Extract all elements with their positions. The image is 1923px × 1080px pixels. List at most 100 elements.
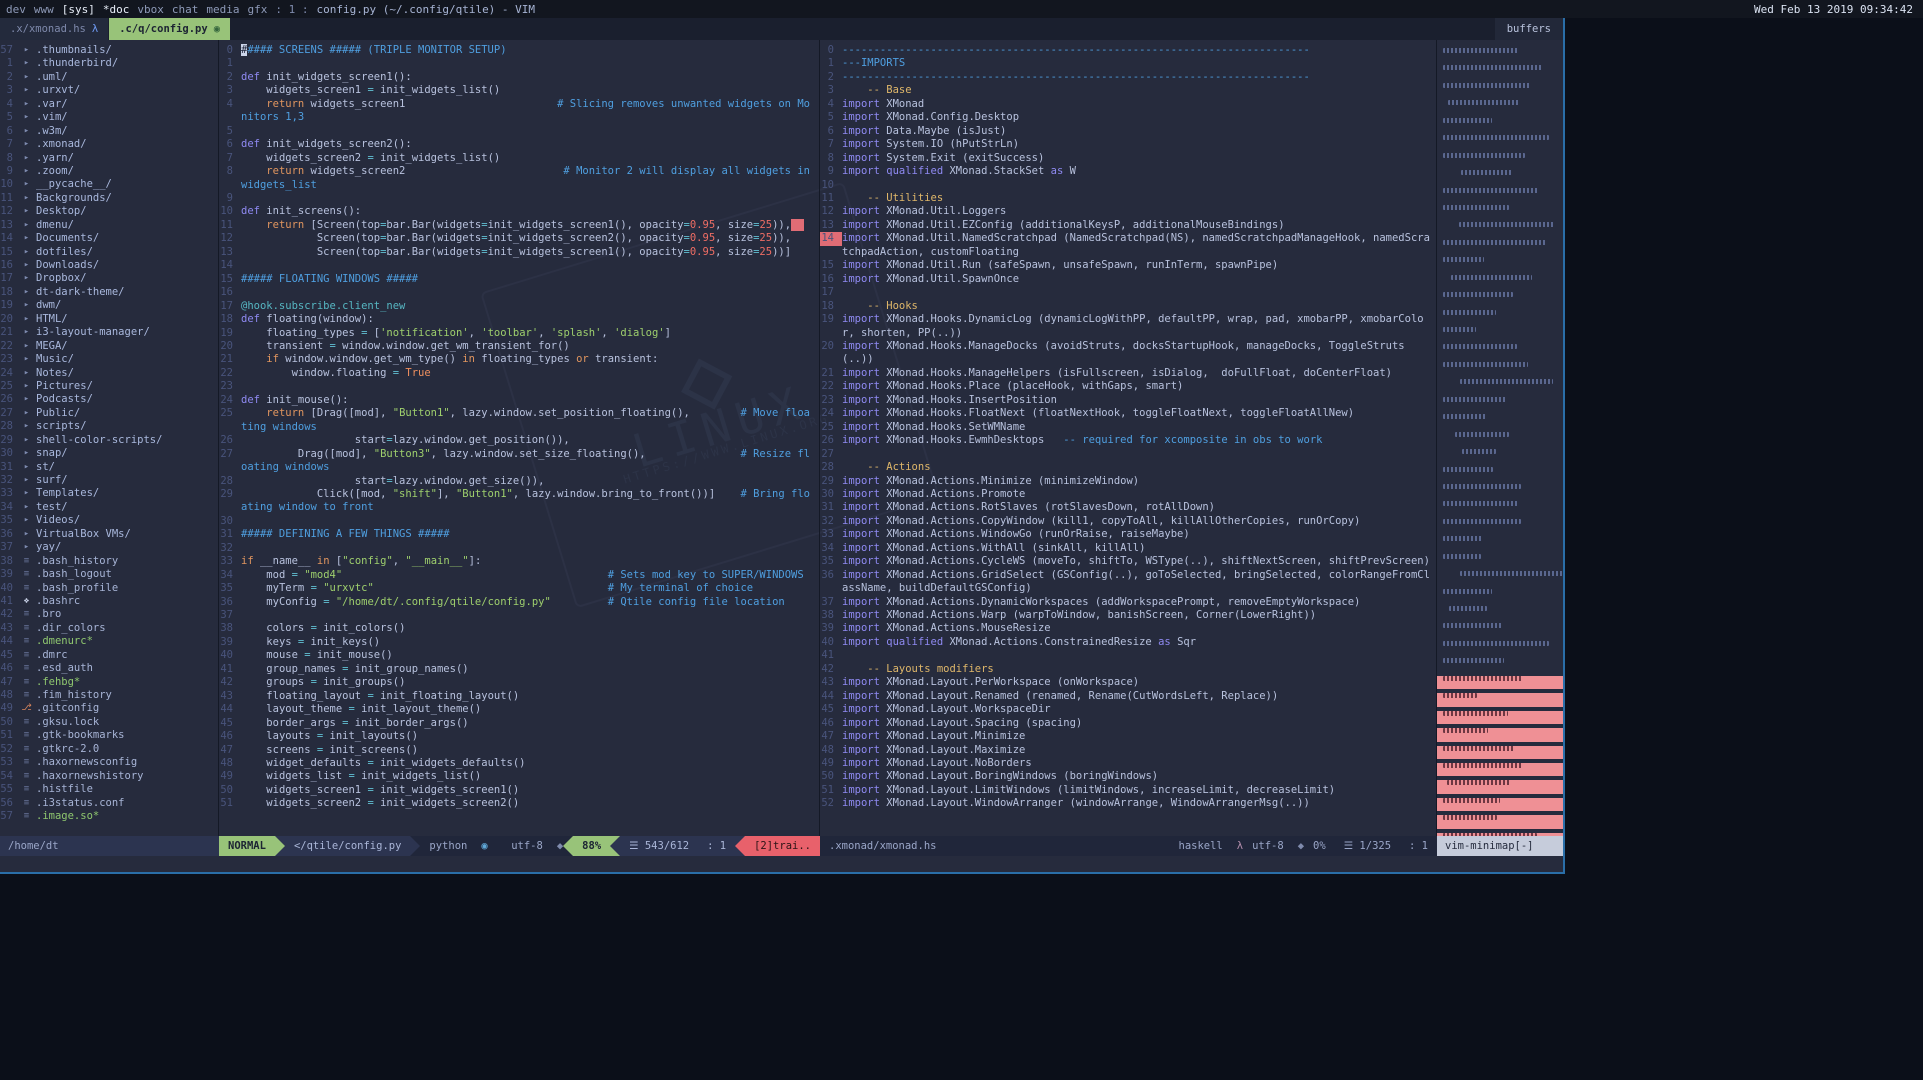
tree-item[interactable]: 48≡.fim_history bbox=[0, 689, 218, 702]
tree-item[interactable]: 24▸Notes/ bbox=[0, 367, 218, 380]
code-line[interactable]: 17 bbox=[820, 286, 1436, 299]
tree-item[interactable]: 43≡.dir_colors bbox=[0, 622, 218, 635]
tree-item[interactable]: 29▸shell-color-scripts/ bbox=[0, 434, 218, 447]
code-line[interactable]: 33if __name__ in ["config", "__main__"]: bbox=[219, 555, 819, 568]
minimap[interactable]: ~~~~~~~ bbox=[1437, 40, 1563, 836]
workspace-tag[interactable]: chat bbox=[172, 3, 199, 16]
workspace-tag[interactable]: *doc bbox=[103, 3, 130, 16]
code-line[interactable]: 48 widget_defaults = init_widgets_defaul… bbox=[219, 757, 819, 770]
code-line[interactable]: 18 -- Hooks bbox=[820, 300, 1436, 313]
code-line[interactable]: 16 bbox=[219, 286, 819, 299]
code-line[interactable]: 45 border_args = init_border_args() bbox=[219, 717, 819, 730]
tree-item[interactable]: 57≡.image.so* bbox=[0, 810, 218, 823]
tree-item[interactable]: 32▸surf/ bbox=[0, 474, 218, 487]
code-line[interactable]: 40 mouse = init_mouse() bbox=[219, 649, 819, 662]
code-line[interactable]: 20import XMonad.Hooks.ManageDocks (avoid… bbox=[820, 340, 1436, 367]
code-line[interactable]: 3 -- Base bbox=[820, 84, 1436, 97]
tree-item[interactable]: 40≡.bash_profile bbox=[0, 582, 218, 595]
code-line[interactable]: 13import XMonad.Util.EZConfig (additiona… bbox=[820, 219, 1436, 232]
code-line[interactable]: 47import XMonad.Layout.Minimize bbox=[820, 730, 1436, 743]
tree-item[interactable]: 55≡.histfile bbox=[0, 783, 218, 796]
code-line[interactable]: 38import XMonad.Actions.Warp (warpToWind… bbox=[820, 609, 1436, 622]
tree-item[interactable]: 12▸Desktop/ bbox=[0, 205, 218, 218]
code-line[interactable]: 41 bbox=[820, 649, 1436, 662]
code-line[interactable]: 29 Click([mod, "shift"], "Button1", lazy… bbox=[219, 488, 819, 515]
code-line[interactable]: 34import XMonad.Actions.WithAll (sinkAll… bbox=[820, 542, 1436, 555]
code-line[interactable]: 28 start=lazy.window.get_size()), bbox=[219, 475, 819, 488]
code-line[interactable]: 44 layout_theme = init_layout_theme() bbox=[219, 703, 819, 716]
code-line[interactable]: 11 return [Screen(top=bar.Bar(widgets=in… bbox=[219, 219, 819, 232]
code-line[interactable]: 12import XMonad.Util.Loggers bbox=[820, 205, 1436, 218]
code-line[interactable]: 15import XMonad.Util.Run (safeSpawn, uns… bbox=[820, 259, 1436, 272]
code-line[interactable]: 43import XMonad.Layout.PerWorkspace (onW… bbox=[820, 676, 1436, 689]
tree-item[interactable]: 53≡.haxornewsconfig bbox=[0, 756, 218, 769]
code-line[interactable]: 30 bbox=[219, 515, 819, 528]
code-line[interactable]: 20 transient = window.window.get_wm_tran… bbox=[219, 340, 819, 353]
code-line[interactable]: 26import XMonad.Hooks.EwmhDesktops -- re… bbox=[820, 434, 1436, 447]
code-line[interactable]: 21import XMonad.Hooks.ManageHelpers (isF… bbox=[820, 367, 1436, 380]
code-line[interactable]: 10def init_screens(): bbox=[219, 205, 819, 218]
code-line[interactable]: 35import XMonad.Actions.CycleWS (moveTo,… bbox=[820, 555, 1436, 568]
code-line[interactable]: 19 floating_types = ['notification', 'to… bbox=[219, 327, 819, 340]
tree-item[interactable]: 2▸.uml/ bbox=[0, 71, 218, 84]
code-line[interactable]: 42 -- Layouts modifiers bbox=[820, 663, 1436, 676]
tree-item[interactable]: 45≡.dmrc bbox=[0, 649, 218, 662]
tree-item[interactable]: 38≡.bash_history bbox=[0, 555, 218, 568]
tree-item[interactable]: 31▸st/ bbox=[0, 461, 218, 474]
code-line[interactable]: 1---IMPORTS bbox=[820, 57, 1436, 70]
code-line[interactable]: 38 colors = init_colors() bbox=[219, 622, 819, 635]
workspace-tag[interactable]: www bbox=[34, 3, 54, 16]
workspace-tag[interactable]: gfx bbox=[248, 3, 268, 16]
tree-item[interactable]: 21▸i3-layout-manager/ bbox=[0, 326, 218, 339]
code-line[interactable]: 24import XMonad.Hooks.FloatNext (floatNe… bbox=[820, 407, 1436, 420]
code-line[interactable]: 25 return [Drag([mod], "Button1", lazy.w… bbox=[219, 407, 819, 434]
workspace-tag[interactable]: vbox bbox=[137, 3, 164, 16]
workspace-tag[interactable]: media bbox=[206, 3, 239, 16]
tree-item[interactable]: 47≡.fehbg* bbox=[0, 676, 218, 689]
code-line[interactable]: 4import XMonad bbox=[820, 98, 1436, 111]
tree-item[interactable]: 18▸dt-dark-theme/ bbox=[0, 286, 218, 299]
code-line[interactable]: 7 widgets_screen2 = init_widgets_list() bbox=[219, 152, 819, 165]
code-line[interactable]: 48import XMonad.Layout.Maximize bbox=[820, 744, 1436, 757]
tree-item[interactable]: 9▸.zoom/ bbox=[0, 165, 218, 178]
command-line[interactable] bbox=[0, 856, 1563, 872]
code-line[interactable]: 5 bbox=[219, 125, 819, 138]
tree-item[interactable]: 35▸Videos/ bbox=[0, 514, 218, 527]
tree-item[interactable]: 49⎇.gitconfig bbox=[0, 702, 218, 715]
code-line[interactable]: 3 widgets_screen1 = init_widgets_list() bbox=[219, 84, 819, 97]
tree-item[interactable]: 34▸test/ bbox=[0, 501, 218, 514]
tree-item[interactable]: 4▸.var/ bbox=[0, 98, 218, 111]
tree-item[interactable]: 42≡.bro bbox=[0, 608, 218, 621]
code-line[interactable]: 40import qualified XMonad.Actions.Constr… bbox=[820, 636, 1436, 649]
code-line[interactable]: 10 bbox=[820, 179, 1436, 192]
code-line[interactable]: 34 mod = "mod4" # Sets mod key to SUPER/… bbox=[219, 569, 819, 582]
code-line[interactable]: 9 bbox=[219, 192, 819, 205]
code-line[interactable]: 9import qualified XMonad.StackSet as W bbox=[820, 165, 1436, 178]
tree-item[interactable]: 6▸.w3m/ bbox=[0, 125, 218, 138]
code-line[interactable]: 12 Screen(top=bar.Bar(widgets=init_widge… bbox=[219, 232, 819, 245]
code-line[interactable]: 46 layouts = init_layouts() bbox=[219, 730, 819, 743]
code-line[interactable]: 44import XMonad.Layout.Renamed (renamed,… bbox=[820, 690, 1436, 703]
code-line[interactable]: 49import XMonad.Layout.NoBorders bbox=[820, 757, 1436, 770]
code-line[interactable]: 26 start=lazy.window.get_position()), bbox=[219, 434, 819, 447]
code-line[interactable]: 8 return widgets_screen2 # Monitor 2 wil… bbox=[219, 165, 819, 192]
tree-item[interactable]: 11▸Backgrounds/ bbox=[0, 192, 218, 205]
code-line[interactable]: 42 groups = init_groups() bbox=[219, 676, 819, 689]
tree-item[interactable]: 22▸MEGA/ bbox=[0, 340, 218, 353]
code-line[interactable]: 52import XMonad.Layout.WindowArranger (w… bbox=[820, 797, 1436, 810]
tree-item[interactable]: 30▸snap/ bbox=[0, 447, 218, 460]
code-line[interactable]: 41 group_names = init_group_names() bbox=[219, 663, 819, 676]
tree-item[interactable]: 51≡.gtk-bookmarks bbox=[0, 729, 218, 742]
tree-item[interactable]: 13▸dmenu/ bbox=[0, 219, 218, 232]
code-line[interactable]: 4 return widgets_screen1 # Slicing remov… bbox=[219, 98, 819, 125]
code-line[interactable]: 23 bbox=[219, 380, 819, 393]
code-line[interactable]: 31##### DEFINING A FEW THINGS ##### bbox=[219, 528, 819, 541]
code-line[interactable]: 27 bbox=[820, 448, 1436, 461]
tree-item[interactable]: 5▸.vim/ bbox=[0, 111, 218, 124]
code-line[interactable]: 36import XMonad.Actions.GridSelect (GSCo… bbox=[820, 569, 1436, 596]
code-line[interactable]: 45import XMonad.Layout.WorkspaceDir bbox=[820, 703, 1436, 716]
code-line[interactable]: 8import System.Exit (exitSuccess) bbox=[820, 152, 1436, 165]
code-line[interactable]: 19import XMonad.Hooks.DynamicLog (dynami… bbox=[820, 313, 1436, 340]
code-line[interactable]: 33import XMonad.Actions.WindowGo (runOrR… bbox=[820, 528, 1436, 541]
tree-item[interactable]: 46≡.esd_auth bbox=[0, 662, 218, 675]
